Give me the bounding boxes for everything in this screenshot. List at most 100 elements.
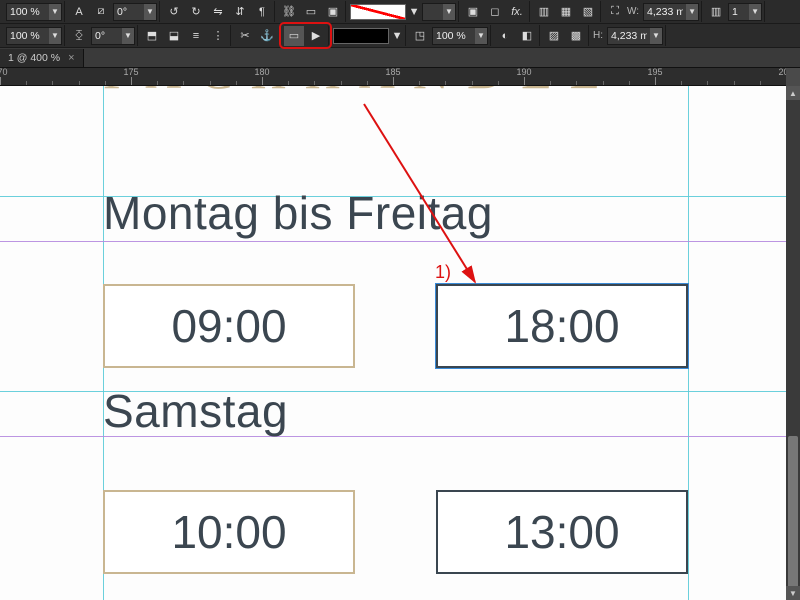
heading-weekdays: Montag bis Freitag xyxy=(103,186,493,240)
close-icon[interactable]: × xyxy=(68,52,74,64)
drop-shadow-icon[interactable]: ◧ xyxy=(517,26,537,46)
chevron-down-icon[interactable]: ▼ xyxy=(408,2,420,22)
toolbar-row-2: ▼ ⧰ ▼ ⬒ ⬓ ≡ ⋮ ✂ ⚓ ▭ ▶ ▼ ◳ xyxy=(0,24,800,48)
chevron-down-icon[interactable]: ▼ xyxy=(49,28,61,44)
stroke-tint-combo[interactable]: ▼ xyxy=(432,27,488,45)
columns-icon[interactable]: ▥ xyxy=(706,2,726,22)
height-combo[interactable]: ▼ xyxy=(607,27,663,45)
time-value: 13:00 xyxy=(504,505,619,559)
rotate-cw-icon[interactable]: ↻ xyxy=(186,2,206,22)
clip-path-icon[interactable]: ✂ xyxy=(235,26,255,46)
fill-swatch[interactable] xyxy=(350,4,406,20)
time-box-saturday-open[interactable]: 10:00 xyxy=(103,490,355,574)
time-value: 09:00 xyxy=(171,299,286,353)
horizontal-ruler[interactable]: 170 175 180 185 190 195 200 xyxy=(0,68,786,86)
document-tab[interactable]: 1 @ 400 % × xyxy=(0,49,84,67)
arrange-back-icon[interactable]: ⬓ xyxy=(164,26,184,46)
columns-input[interactable] xyxy=(729,6,749,18)
opacity-icon[interactable]: ◐ xyxy=(495,26,515,46)
stroke-swatch[interactable] xyxy=(333,28,389,44)
arrange-front-icon[interactable]: ⬒ xyxy=(142,26,162,46)
flip-v-icon[interactable]: ⇵ xyxy=(230,2,250,22)
frame-fit-icon[interactable]: ▣ xyxy=(463,2,483,22)
select-content-icon[interactable]: ▣ xyxy=(323,2,343,22)
distribute-icon[interactable]: ⋮ xyxy=(208,26,228,46)
zoom-combo-2[interactable]: ▼ xyxy=(6,27,62,45)
time-box-saturday-close[interactable]: 13:00 xyxy=(436,490,688,574)
anchor-icon[interactable]: ⚓ xyxy=(257,26,277,46)
ruler-tick-label: 200 xyxy=(778,68,786,77)
time-box-weekday-close[interactable]: 18:00 xyxy=(436,284,688,368)
ruler-tick-label: 170 xyxy=(0,68,8,77)
width-combo[interactable]: ▼ xyxy=(643,3,699,21)
formatting-text-icon[interactable]: ▶ xyxy=(306,26,326,46)
scroll-up-icon[interactable]: ▲ xyxy=(786,86,800,100)
chevron-down-icon[interactable]: ▼ xyxy=(122,28,134,44)
char-panel-icon[interactable]: A xyxy=(69,2,89,22)
workspace: 170 175 180 185 190 195 200 FACHHANDEL Montag … xyxy=(0,68,800,600)
angle-combo-2[interactable]: ▼ xyxy=(91,27,135,45)
document-tabstrip: 1 @ 400 % × xyxy=(0,48,800,68)
flip-h-icon[interactable]: ⇋ xyxy=(208,2,228,22)
textwrap-none-icon[interactable]: ▥ xyxy=(534,2,554,22)
formatting-affects-group: ▭ ▶ xyxy=(282,25,329,46)
ruler-tick-label: 180 xyxy=(254,68,269,77)
control-panel: ▼ A ⧄ ▼ ↺ ↻ ⇋ ⇵ ¶ ⛓ ▭ ▣ ▼ ▼ xyxy=(0,0,800,48)
ruler-tick-label: 190 xyxy=(516,68,531,77)
chevron-down-icon[interactable]: ▼ xyxy=(749,4,761,20)
ruler-tick-label: 195 xyxy=(647,68,662,77)
scroll-thumb[interactable] xyxy=(788,436,798,596)
time-box-weekday-open[interactable]: 09:00 xyxy=(103,284,355,368)
time-value: 18:00 xyxy=(504,299,619,353)
link-icon[interactable]: ⛓ xyxy=(279,2,299,22)
vertical-scrollbar[interactable]: ▲ ▼ xyxy=(786,86,800,600)
chevron-down-icon[interactable]: ▼ xyxy=(443,4,455,20)
align-icon[interactable]: ≡ xyxy=(186,26,206,46)
angle-input-1[interactable] xyxy=(114,6,144,18)
time-value: 10:00 xyxy=(171,505,286,559)
frame-fill-icon[interactable]: ◻ xyxy=(485,2,505,22)
chevron-down-icon[interactable]: ▼ xyxy=(391,26,403,46)
select-container-icon[interactable]: ▭ xyxy=(301,2,321,22)
document-tab-label: 1 @ 400 % xyxy=(8,52,60,64)
zoom-input-1[interactable] xyxy=(7,6,49,18)
corner-icon[interactable]: ◳ xyxy=(410,26,430,46)
cutoff-text: FACHHANDEL xyxy=(103,86,618,100)
textwrap-around-icon[interactable]: ▦ xyxy=(556,2,576,22)
textwrap-inside-icon[interactable]: ▩ xyxy=(566,26,586,46)
zoom-input-2[interactable] xyxy=(7,30,49,42)
guide-heading1-bottom[interactable] xyxy=(0,241,786,242)
textwrap-jump-icon[interactable]: ▧ xyxy=(578,2,598,22)
shear-icon[interactable]: ⧰ xyxy=(69,26,89,46)
bounds-icon[interactable]: ⛶ xyxy=(605,2,625,22)
canvas-area[interactable]: FACHHANDEL Montag bis Freitag Samstag 09… xyxy=(0,86,786,600)
columns-combo[interactable]: ▼ xyxy=(728,3,762,21)
textwrap-object-icon[interactable]: ▨ xyxy=(544,26,564,46)
scroll-down-icon[interactable]: ▼ xyxy=(786,586,800,600)
fill-tint[interactable]: ▼ xyxy=(422,3,456,21)
chevron-down-icon[interactable]: ▼ xyxy=(475,28,487,44)
document-page: FACHHANDEL Montag bis Freitag Samstag 09… xyxy=(0,86,786,600)
skew-icon[interactable]: ⧄ xyxy=(91,2,111,22)
angle-combo-1[interactable]: ▼ xyxy=(113,3,157,21)
width-label: W: xyxy=(627,6,641,17)
zoom-combo-1[interactable]: ▼ xyxy=(6,3,62,21)
guide-right-margin[interactable] xyxy=(688,86,689,600)
paragraph-icon[interactable]: ¶ xyxy=(252,2,272,22)
stroke-tint-input[interactable] xyxy=(433,30,475,42)
rotate-ccw-icon[interactable]: ↺ xyxy=(164,2,184,22)
height-label: H: xyxy=(593,30,605,41)
ruler-tick-label: 185 xyxy=(385,68,400,77)
fx-icon[interactable]: fx. xyxy=(507,2,527,22)
angle-input-2[interactable] xyxy=(92,30,122,42)
chevron-down-icon[interactable]: ▼ xyxy=(144,4,156,20)
annotation-label: 1) xyxy=(435,262,451,283)
chevron-down-icon[interactable]: ▼ xyxy=(650,28,662,44)
chevron-down-icon[interactable]: ▼ xyxy=(49,4,61,20)
width-input[interactable] xyxy=(644,6,686,18)
toolbar-row-1: ▼ A ⧄ ▼ ↺ ↻ ⇋ ⇵ ¶ ⛓ ▭ ▣ ▼ ▼ xyxy=(0,0,800,24)
formatting-container-icon[interactable]: ▭ xyxy=(284,26,304,46)
ruler-tick-label: 175 xyxy=(123,68,138,77)
height-input[interactable] xyxy=(608,30,650,42)
chevron-down-icon[interactable]: ▼ xyxy=(686,4,698,20)
